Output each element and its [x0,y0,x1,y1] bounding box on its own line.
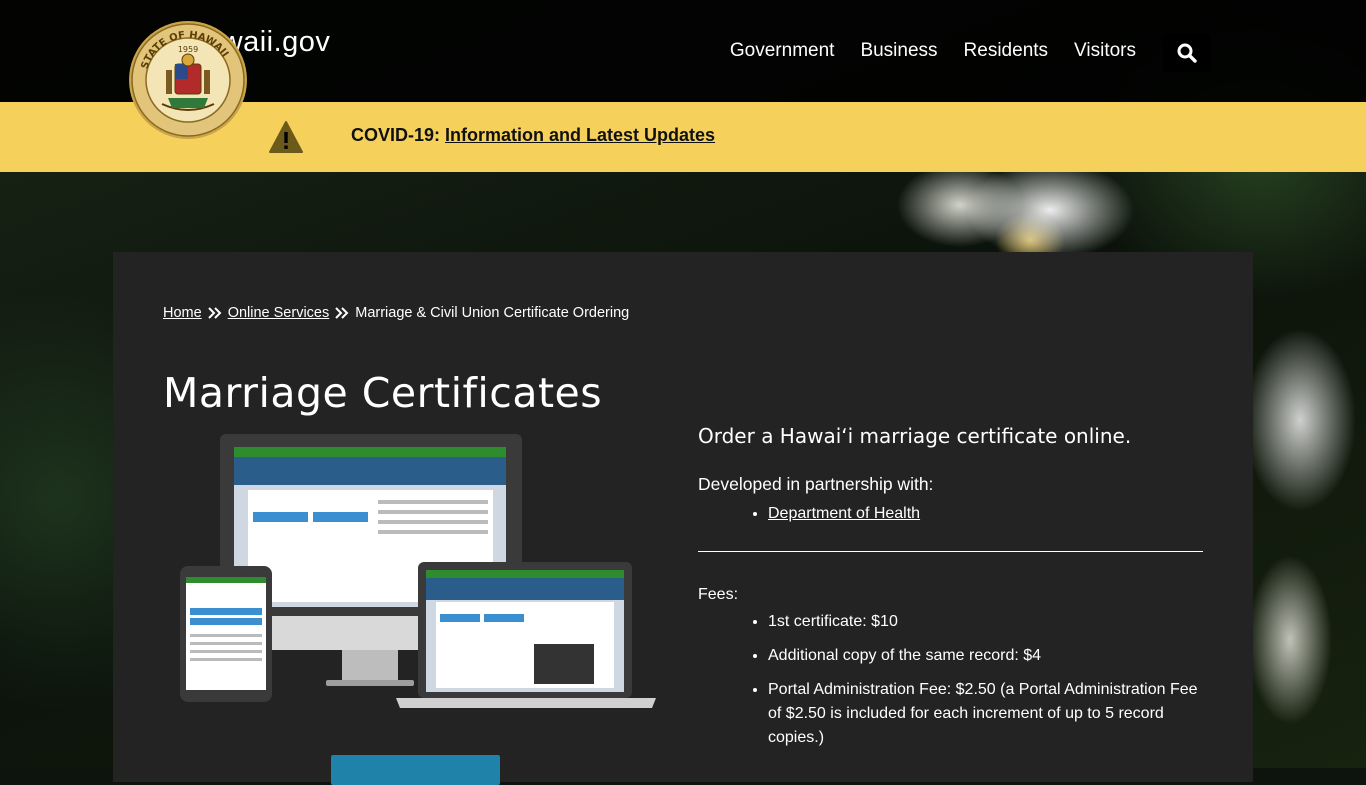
nav-residents[interactable]: Residents [964,40,1049,62]
list-item: Department of Health [768,505,1203,523]
nav-visitors[interactable]: Visitors [1074,40,1136,62]
partner-list: Department of Health [698,505,1203,523]
fee-item: 1st certificate: $10 [768,610,1203,634]
double-chevron-icon [207,307,222,319]
covid-updates-link[interactable]: Information and Latest Updates [445,125,715,145]
alert-message: COVID-19: Information and Latest Updates [351,125,715,146]
page-title: Marriage Certificates [163,369,603,418]
search-icon [1177,43,1197,63]
warning-icon [269,121,303,153]
double-chevron-icon [335,307,349,319]
devices-screenshot-image [180,434,656,708]
breadcrumb-current: Marriage & Civil Union Certificate Order… [355,305,630,321]
breadcrumb-online-services[interactable]: Online Services [228,305,330,321]
nav-business[interactable]: Business [860,40,937,62]
alert-prefix: COVID-19: [351,125,441,145]
department-of-health-link[interactable]: Department of Health [768,505,920,522]
search-button[interactable] [1163,34,1211,72]
breadcrumb-home[interactable]: Home [163,305,202,321]
main-nav: Government Business Residents Visitors [730,40,1136,62]
nav-government[interactable]: Government [730,40,835,62]
fees-list: 1st certificate: $10 Additional copy of … [698,610,1203,750]
breadcrumb: Home Online Services Marriage & Civil Un… [163,305,629,321]
order-online-button[interactable] [331,755,500,785]
fee-item: Portal Administration Fee: $2.50 (a Port… [768,678,1203,750]
state-seal-logo[interactable]: STATE OF HAWAII 1959 [128,20,248,140]
service-lead: Order a Hawaiʻi marriage certificate onl… [698,424,1132,448]
divider [698,551,1203,552]
fees-label: Fees: [698,586,739,603]
seal-year: 1959 [178,45,198,54]
fee-item: Additional copy of the same record: $4 [768,644,1203,668]
service-details: Order a Hawaiʻi marriage certificate onl… [698,424,1203,760]
partner-label: Developed in partnership with: [698,474,934,494]
